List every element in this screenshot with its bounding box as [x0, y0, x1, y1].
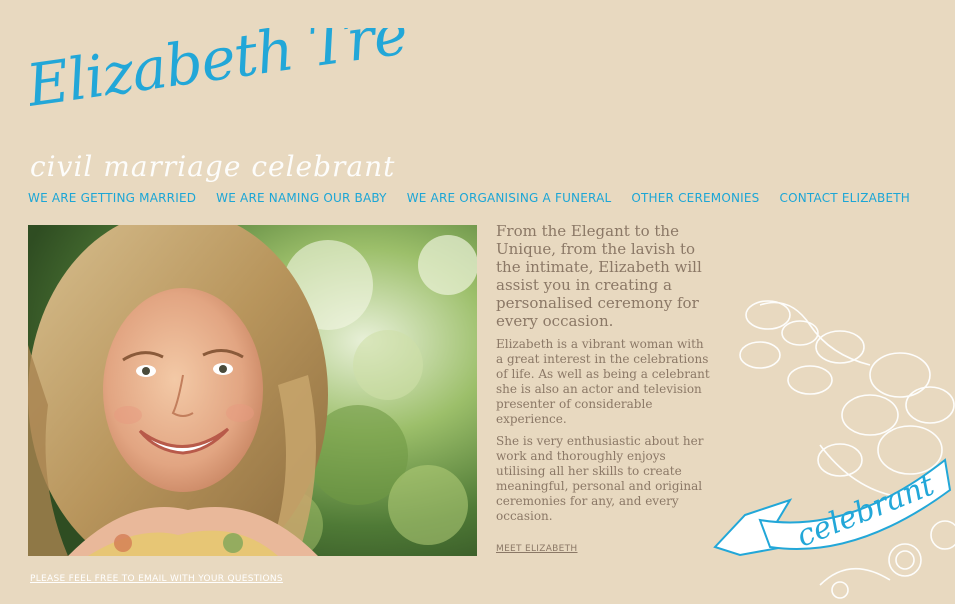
- email-questions-link[interactable]: PLEASE FEEL FREE TO EMAIL WITH YOUR QUES…: [30, 574, 283, 584]
- bio-paragraph-2: She is very enthusiastic about her work …: [496, 434, 704, 523]
- nav-getting-married[interactable]: WE ARE GETTING MARRIED: [28, 191, 196, 205]
- intro-text: From the Elegant to the Unique, from the…: [496, 222, 702, 330]
- main-nav: WE ARE GETTING MARRIED WE ARE NAMING OUR…: [28, 191, 910, 205]
- site-logo[interactable]: Elizabeth Trevan: [30, 28, 410, 138]
- nav-naming-baby[interactable]: WE ARE NAMING OUR BABY: [216, 191, 387, 205]
- nav-other-ceremonies[interactable]: OTHER CEREMONIES: [631, 191, 759, 205]
- nav-organising-funeral[interactable]: WE ARE ORGANISING A FUNERAL: [407, 191, 612, 205]
- flower-ribbon-decoration: celebrant: [700, 285, 955, 600]
- nav-contact-elizabeth[interactable]: CONTACT ELIZABETH: [780, 191, 911, 205]
- bio-paragraph-1: Elizabeth is a vibrant woman with a grea…: [496, 337, 710, 426]
- portrait-photo: [28, 225, 477, 556]
- logo-text: Elizabeth Trevan: [30, 28, 410, 120]
- meet-elizabeth-link[interactable]: MEET ELIZABETH: [496, 544, 578, 554]
- site-tagline: civil marriage celebrant: [30, 150, 396, 183]
